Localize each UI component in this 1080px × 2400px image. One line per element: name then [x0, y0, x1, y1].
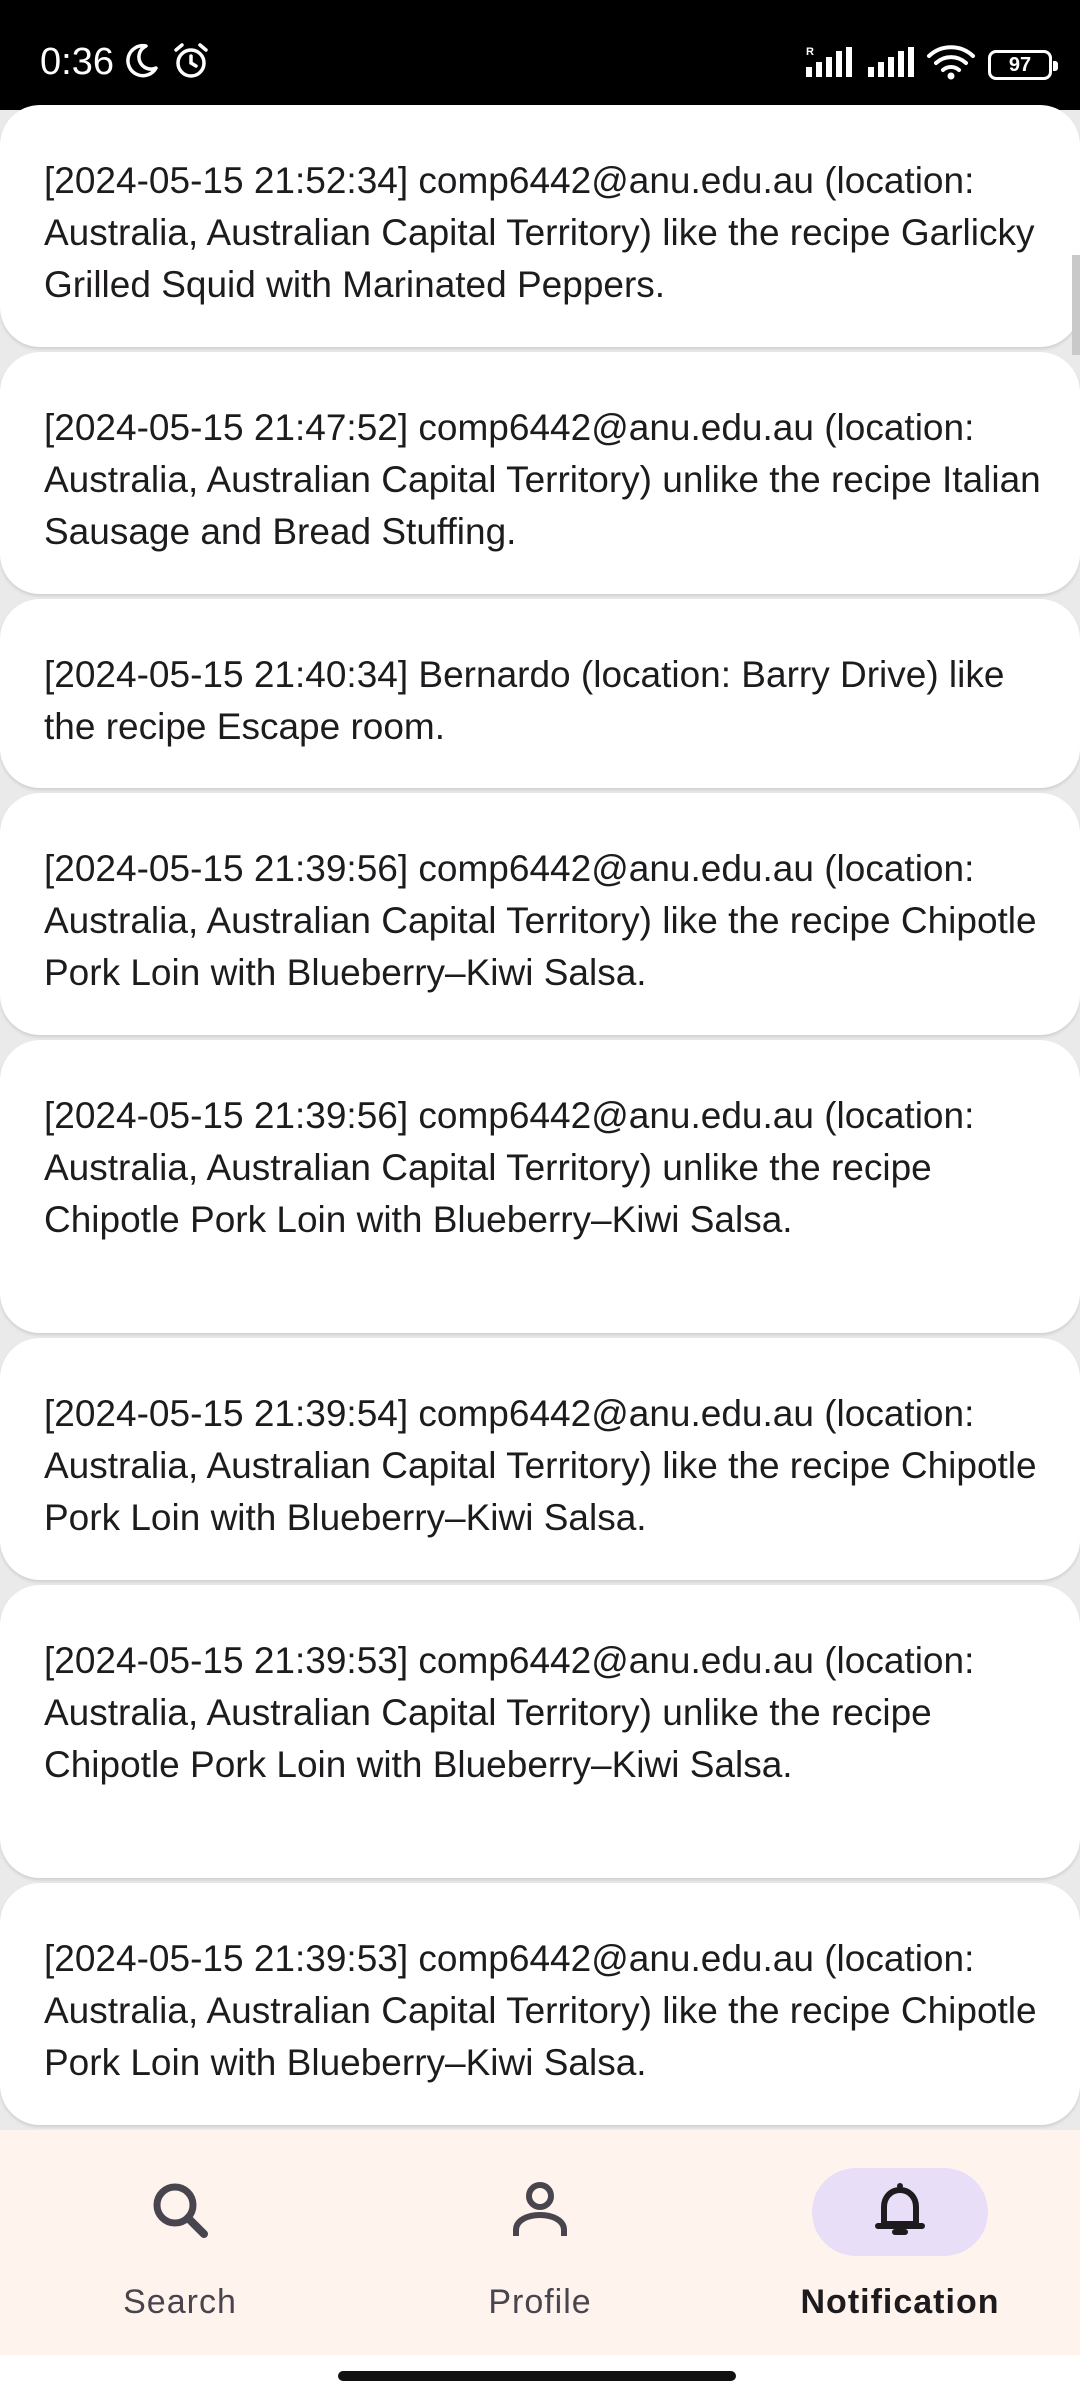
notification-text: [2024-05-15 21:52:34] comp6442@anu.edu.a…: [44, 160, 1035, 305]
notification-text: [2024-05-15 21:40:34] Bernardo (location…: [44, 654, 1005, 747]
notification-card[interactable]: [2024-05-15 21:40:34] Bernardo (location…: [0, 599, 1080, 788]
notification-list[interactable]: [2024-05-15 21:52:34] comp6442@anu.edu.a…: [0, 105, 1080, 2130]
notification-card[interactable]: [2024-05-15 21:39:56] comp6442@anu.edu.a…: [0, 1040, 1080, 1333]
status-left-icons: [122, 40, 212, 87]
status-time: 0:36: [40, 41, 114, 83]
bottom-navigation: Search Profile Notification: [0, 2130, 1080, 2355]
notification-text: [2024-05-15 21:39:56] comp6442@anu.edu.a…: [44, 848, 1037, 993]
notification-card[interactable]: [2024-05-15 21:52:34] comp6442@anu.edu.a…: [0, 105, 1080, 347]
notification-card[interactable]: [2024-05-15 21:39:53] comp6442@anu.edu.a…: [0, 1585, 1080, 1878]
nav-icon-container: [92, 2168, 268, 2256]
nav-label-search: Search: [123, 2283, 237, 2321]
nav-label-profile: Profile: [488, 2283, 592, 2321]
notification-text: [2024-05-15 21:39:56] comp6442@anu.edu.a…: [44, 1095, 975, 1240]
notification-text: [2024-05-15 21:39:54] comp6442@anu.edu.a…: [44, 1393, 1037, 1538]
notification-card[interactable]: [2024-05-15 21:39:56] comp6442@anu.edu.a…: [0, 793, 1080, 1035]
gesture-area: [0, 2355, 1080, 2400]
wifi-icon: [926, 44, 976, 85]
signal-icon: [866, 45, 914, 84]
notification-text: [2024-05-15 21:39:53] comp6442@anu.edu.a…: [44, 1640, 975, 1785]
moon-icon: [122, 40, 162, 87]
alarm-icon: [170, 40, 212, 87]
home-indicator[interactable]: [338, 2371, 736, 2381]
nav-item-profile[interactable]: Profile: [360, 2130, 720, 2355]
bell-icon: [864, 2174, 936, 2251]
status-right-icons: R 97: [804, 44, 1058, 85]
scrollbar[interactable]: [1072, 255, 1080, 355]
nav-active-indicator: [812, 2168, 988, 2256]
signal-roaming-icon: R: [804, 45, 854, 84]
nav-item-notification[interactable]: Notification: [720, 2130, 1080, 2355]
nav-label-notification: Notification: [800, 2283, 1000, 2321]
svg-text:R: R: [806, 46, 814, 58]
search-icon: [144, 2174, 216, 2251]
nav-item-search[interactable]: Search: [0, 2130, 360, 2355]
notification-card[interactable]: [2024-05-15 21:39:54] comp6442@anu.edu.a…: [0, 1338, 1080, 1580]
notification-text: [2024-05-15 21:47:52] comp6442@anu.edu.a…: [44, 407, 1041, 552]
status-bar: 0:36 R 97: [0, 0, 1080, 110]
notification-card[interactable]: [2024-05-15 21:47:52] comp6442@anu.edu.a…: [0, 352, 1080, 594]
notification-card[interactable]: [2024-05-15 21:39:53] comp6442@anu.edu.a…: [0, 1883, 1080, 2125]
battery-icon: 97: [988, 49, 1058, 80]
battery-level: 97: [1008, 53, 1032, 76]
person-icon: [504, 2174, 576, 2251]
notification-text: [2024-05-15 21:39:53] comp6442@anu.edu.a…: [44, 1938, 1037, 2083]
nav-icon-container: [452, 2168, 628, 2256]
